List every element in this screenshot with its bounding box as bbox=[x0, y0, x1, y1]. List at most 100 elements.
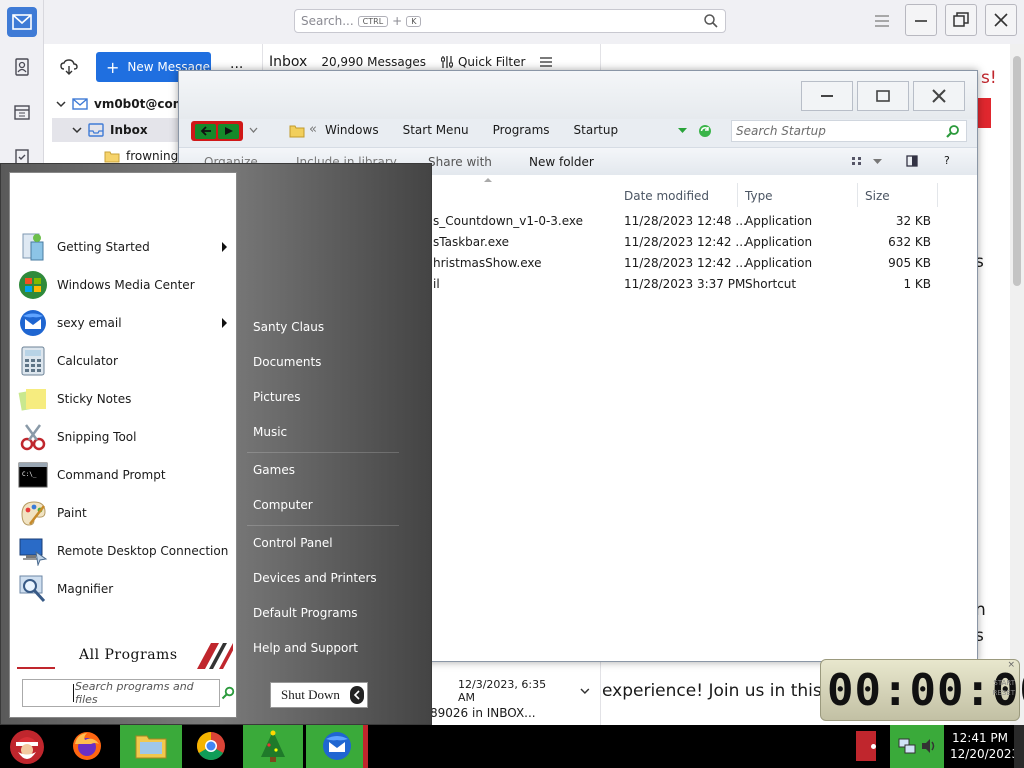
file-type: Application bbox=[745, 256, 813, 270]
program-sexy-email[interactable]: sexy email bbox=[17, 306, 231, 340]
list-options-icon[interactable] bbox=[539, 55, 553, 69]
program-remote-desktop[interactable]: Remote Desktop Connection bbox=[17, 534, 231, 568]
taskbar-firefox[interactable] bbox=[66, 725, 110, 768]
explorer-minimize-button[interactable] bbox=[801, 81, 853, 111]
volume-icon[interactable] bbox=[920, 737, 938, 755]
get-messages-button[interactable] bbox=[60, 58, 78, 79]
account-row[interactable]: vm0b0t@comp bbox=[56, 92, 194, 116]
column-separator[interactable] bbox=[737, 183, 738, 207]
all-programs-button[interactable]: All Programs bbox=[15, 639, 233, 671]
tb-close-button[interactable] bbox=[985, 4, 1017, 36]
mail-space-button[interactable] bbox=[7, 7, 37, 37]
file-row[interactable]: hristmasShow.exe 11/28/2023 12:42 ... Ap… bbox=[429, 253, 969, 274]
program-windows-media-center[interactable]: Windows Media Center bbox=[17, 268, 231, 302]
program-magnifier[interactable]: Magnifier bbox=[17, 572, 231, 606]
file-row[interactable]: sTaskbar.exe 11/28/2023 12:42 ... Applic… bbox=[429, 232, 969, 253]
file-row[interactable]: il 11/28/2023 3:37 PM Shortcut 1 KB bbox=[429, 274, 969, 295]
breadcrumb-item[interactable]: Programs bbox=[493, 123, 550, 137]
start-button[interactable] bbox=[4, 725, 48, 768]
tray-clock[interactable]: 12:41 PM 12/20/2023 bbox=[950, 730, 1019, 762]
taskbar-christmas-tree[interactable] bbox=[243, 725, 303, 768]
column-type[interactable]: Type bbox=[745, 189, 773, 203]
taskbar-explorer[interactable] bbox=[120, 725, 182, 768]
change-view-icon[interactable] bbox=[851, 156, 863, 166]
chevron-down-icon bbox=[72, 127, 82, 134]
column-separator[interactable] bbox=[857, 183, 858, 207]
scrollbar-thumb[interactable] bbox=[1013, 56, 1021, 286]
start-search-placeholder: Search programs and files bbox=[75, 680, 194, 706]
countdown-gadget[interactable]: 00:00:00 START RESET × bbox=[820, 659, 1024, 721]
app-menu-button[interactable] bbox=[874, 14, 890, 31]
place-help-and-support[interactable]: Help and Support bbox=[253, 641, 358, 655]
quick-filter-label: Quick Filter bbox=[457, 55, 526, 69]
taskbar-chrome[interactable] bbox=[190, 725, 234, 768]
breadcrumb-overflow[interactable]: « bbox=[309, 122, 317, 137]
program-snipping-tool[interactable]: Snipping Tool bbox=[17, 420, 231, 454]
program-command-prompt[interactable]: C:\_ Command Prompt bbox=[17, 458, 231, 492]
share-with-button[interactable]: Share with bbox=[428, 155, 492, 169]
address-dropdown-icon[interactable] bbox=[678, 127, 687, 134]
start-search-input[interactable]: Search programs and files bbox=[22, 679, 235, 707]
explorer-search-input[interactable]: Search Startup bbox=[731, 120, 967, 142]
taskbar-thunderbird[interactable] bbox=[306, 725, 368, 768]
calendar-button[interactable] bbox=[7, 97, 37, 127]
tb-minimize-button[interactable] bbox=[905, 4, 937, 36]
help-icon[interactable]: ? bbox=[944, 154, 950, 167]
place-devices-and-printers[interactable]: Devices and Printers bbox=[253, 571, 377, 585]
column-size[interactable]: Size bbox=[865, 189, 890, 203]
forward-button[interactable] bbox=[218, 123, 239, 139]
explorer-close-button[interactable] bbox=[913, 81, 965, 111]
chevron-down-icon bbox=[580, 688, 590, 694]
plus-icon: + bbox=[106, 57, 120, 77]
gadget-close-icon[interactable]: × bbox=[1007, 660, 1015, 670]
forward-arrow-icon bbox=[224, 127, 233, 135]
place-games[interactable]: Games bbox=[253, 463, 295, 477]
tray-show-hidden[interactable] bbox=[856, 725, 880, 768]
place-music[interactable]: Music bbox=[253, 425, 287, 439]
breadcrumb-item[interactable]: Start Menu bbox=[403, 123, 469, 137]
column-separator[interactable] bbox=[937, 183, 938, 207]
place-pictures[interactable]: Pictures bbox=[253, 390, 301, 404]
file-name: hristmasShow.exe bbox=[433, 256, 542, 270]
gadget-reset-label[interactable]: RESET bbox=[993, 688, 1015, 698]
tray-icons[interactable] bbox=[890, 725, 944, 768]
preview-pane-icon[interactable] bbox=[906, 155, 918, 167]
place-computer[interactable]: Computer bbox=[253, 498, 313, 512]
place-default-programs[interactable]: Default Programs bbox=[253, 606, 358, 620]
message-row[interactable]: 12/3/2023, 6:35 AM bbox=[430, 676, 590, 706]
column-date-modified[interactable]: Date modified bbox=[624, 189, 709, 203]
breadcrumb-item[interactable]: Startup bbox=[574, 123, 619, 137]
quick-filter-button[interactable]: Quick Filter bbox=[440, 55, 525, 69]
program-getting-started[interactable]: Getting Started bbox=[17, 230, 231, 264]
taskbar: 12:41 PM 12/20/2023 bbox=[0, 725, 1024, 768]
view-dropdown-icon[interactable] bbox=[873, 158, 882, 165]
shutdown-button[interactable]: Shut Down bbox=[270, 682, 368, 708]
get-messages-icon bbox=[60, 59, 78, 75]
network-icon[interactable] bbox=[898, 737, 916, 755]
global-search-box[interactable]: Search... CTRL + K bbox=[294, 9, 726, 33]
program-label: Sticky Notes bbox=[57, 392, 132, 406]
file-row[interactable]: s_Countdown_v1-0-3.exe 11/28/2023 12:48 … bbox=[429, 211, 969, 232]
hamburger-menu-icon bbox=[875, 15, 889, 27]
place-control-panel[interactable]: Control Panel bbox=[253, 536, 333, 550]
refresh-icon[interactable] bbox=[697, 123, 713, 139]
program-calculator[interactable]: Calculator bbox=[17, 344, 231, 378]
shutdown-options-button[interactable] bbox=[350, 686, 364, 704]
inbox-icon bbox=[88, 123, 104, 137]
address-book-button[interactable] bbox=[7, 52, 37, 82]
program-paint[interactable]: Paint bbox=[17, 496, 231, 530]
show-desktop-button[interactable] bbox=[1014, 725, 1024, 768]
explorer-maximize-button[interactable] bbox=[857, 81, 909, 111]
place-santy-claus[interactable]: Santy Claus bbox=[253, 320, 324, 334]
tb-restore-button[interactable] bbox=[945, 4, 977, 36]
reading-scrollbar[interactable] bbox=[1010, 44, 1024, 728]
explorer-titlebar[interactable] bbox=[179, 71, 977, 119]
gadget-start-label[interactable]: START bbox=[993, 678, 1015, 688]
recent-pages-dropdown[interactable] bbox=[249, 127, 258, 134]
back-button[interactable] bbox=[195, 123, 216, 139]
program-sticky-notes[interactable]: Sticky Notes bbox=[17, 382, 231, 416]
new-folder-button[interactable]: New folder bbox=[529, 155, 594, 169]
place-documents[interactable]: Documents bbox=[253, 355, 321, 369]
breadcrumb-item[interactable]: Windows bbox=[325, 123, 379, 137]
svg-text:C:\_: C:\_ bbox=[22, 471, 37, 478]
